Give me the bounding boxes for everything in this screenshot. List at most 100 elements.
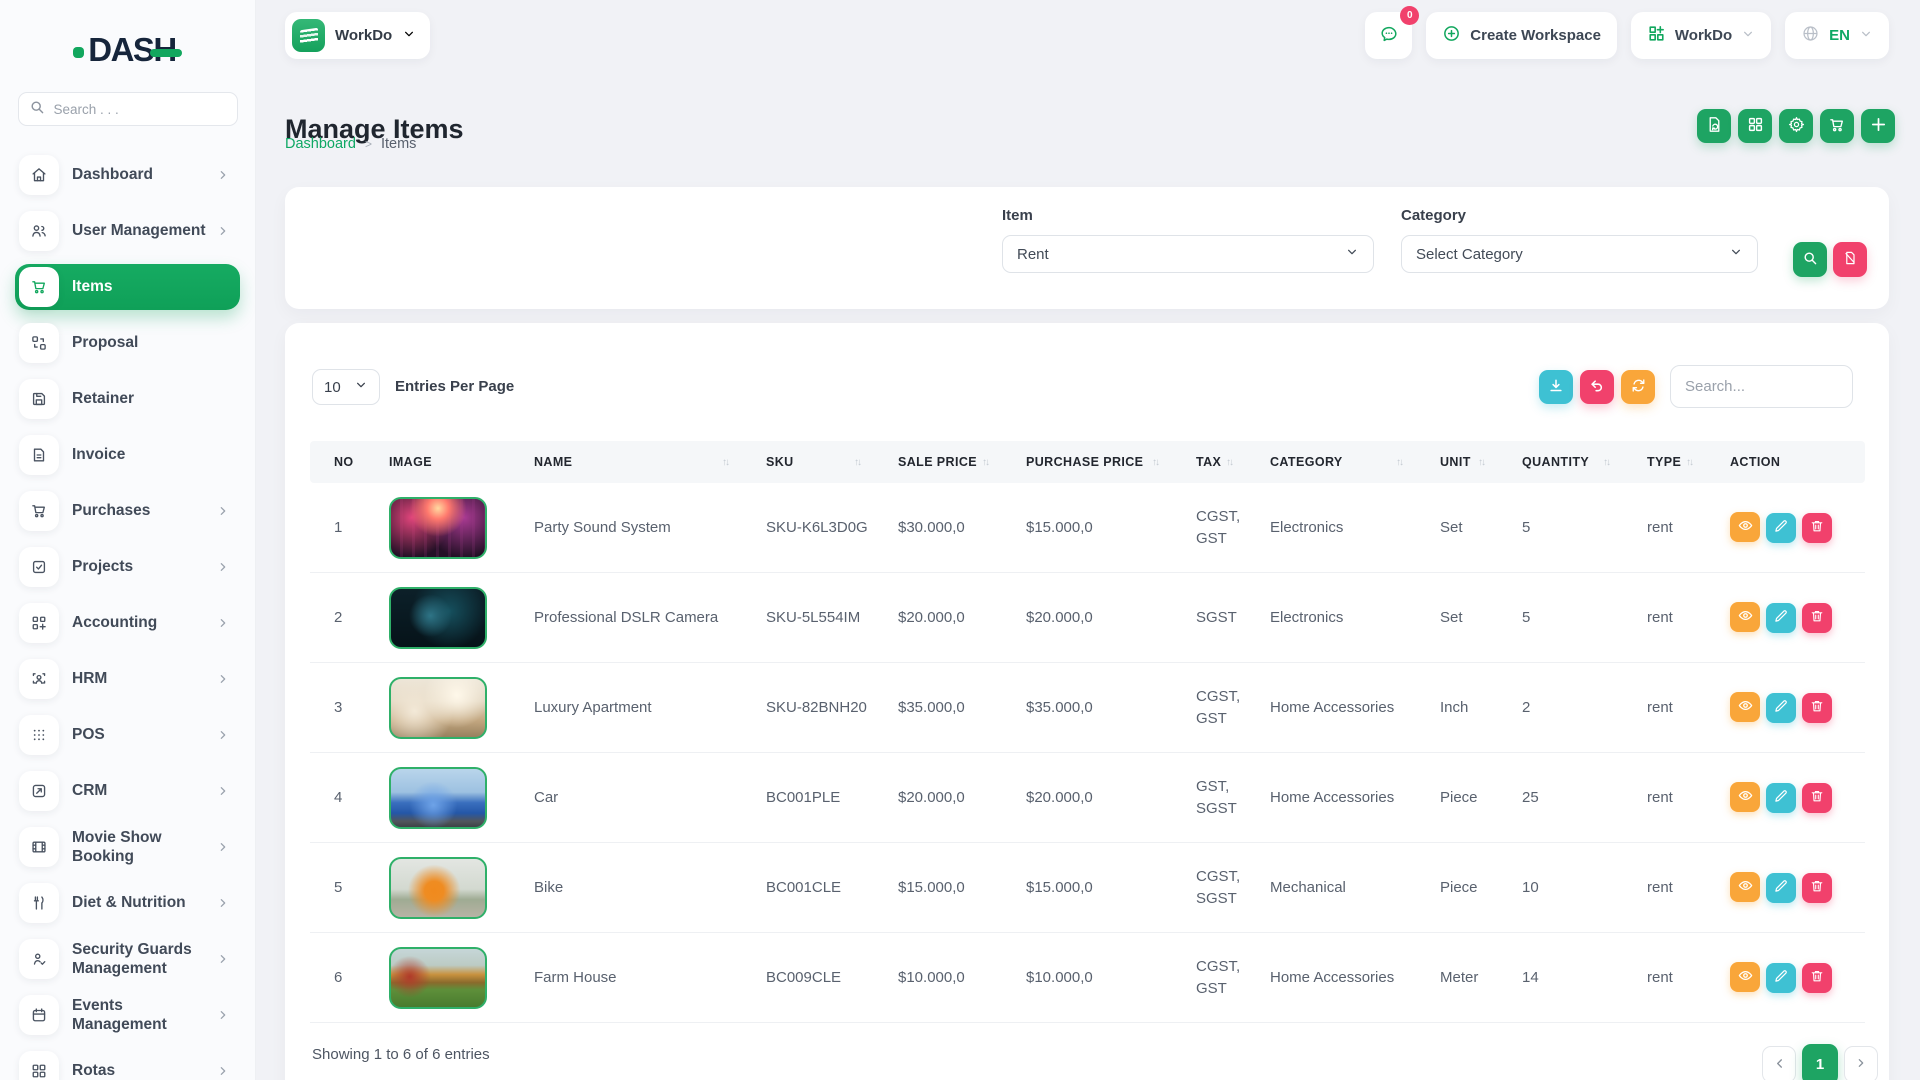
view-item-button[interactable]: [1730, 602, 1760, 632]
column-header-sale-price[interactable]: SALE PRICE↑↓: [874, 441, 1002, 483]
create-workspace-button[interactable]: Create Workspace: [1426, 12, 1617, 59]
eye-icon: [1737, 787, 1754, 807]
messages-button[interactable]: 0: [1365, 12, 1412, 59]
sidebar-item-events-management[interactable]: Events Management: [15, 992, 240, 1038]
column-header-unit[interactable]: UNIT↑↓: [1416, 441, 1498, 483]
eye-icon: [1737, 517, 1754, 537]
clear-filter-button[interactable]: [1833, 242, 1867, 277]
sidebar-item-movie-show-booking[interactable]: Movie Show Booking: [15, 824, 240, 870]
item-image-car[interactable]: [389, 767, 487, 829]
language-label: EN: [1829, 27, 1850, 44]
refresh-button[interactable]: [1621, 370, 1655, 404]
language-selector[interactable]: EN: [1785, 12, 1889, 59]
sidebar-item-accounting[interactable]: Accounting: [15, 600, 240, 646]
pagination-prev-button[interactable]: [1762, 1046, 1796, 1080]
item-image-farm-house[interactable]: [389, 947, 487, 1009]
sidebar-item-user-management[interactable]: User Management: [15, 208, 240, 254]
download-button[interactable]: [1539, 370, 1573, 404]
sidebar-search-input[interactable]: [52, 101, 212, 118]
users-icon: [19, 211, 59, 251]
cart-shortcut-button[interactable]: [1820, 109, 1854, 143]
table-row-farm-house: 6Farm HouseBC009CLE$10.000,0$10.000,0CGS…: [310, 933, 1865, 1023]
cell-sku: SKU-K6L3D0G: [742, 517, 874, 539]
workdo-menu-button[interactable]: WorkDo: [1631, 12, 1771, 59]
export-items-button[interactable]: [1697, 109, 1731, 143]
sidebar-item-security-guards-management[interactable]: Security Guards Management: [15, 936, 240, 982]
entries-per-page-label: Entries Per Page: [395, 378, 514, 395]
sidebar-item-invoice[interactable]: Invoice: [15, 432, 240, 478]
item-image-bike[interactable]: [389, 857, 487, 919]
pagination-next-button[interactable]: [1844, 1046, 1878, 1080]
sidebar-item-rotas[interactable]: Rotas: [15, 1048, 240, 1080]
column-header-quantity[interactable]: QUANTITY↑↓: [1498, 441, 1623, 483]
sidebar-item-purchases[interactable]: Purchases: [15, 488, 240, 534]
table-row-party-sound-system: 1Party Sound SystemSKU-K6L3D0G$30.000,0$…: [310, 483, 1865, 573]
item-filter-value: Rent: [1017, 246, 1049, 263]
delete-item-button[interactable]: [1802, 693, 1832, 723]
category-filter-value: Select Category: [1416, 246, 1523, 263]
logo-accent-dot: [73, 47, 84, 58]
settings-button[interactable]: [1779, 109, 1813, 143]
sidebar-item-items[interactable]: Items: [15, 264, 240, 310]
edit-item-button[interactable]: [1766, 693, 1796, 723]
view-item-button[interactable]: [1730, 782, 1760, 812]
workspace-selector[interactable]: WorkDo: [285, 12, 430, 59]
edit-item-button[interactable]: [1766, 783, 1796, 813]
entries-per-page-select[interactable]: 10: [312, 369, 380, 405]
view-item-button[interactable]: [1730, 692, 1760, 722]
sidebar-item-proposal[interactable]: Proposal: [15, 320, 240, 366]
delete-item-button[interactable]: [1802, 783, 1832, 813]
view-item-button[interactable]: [1730, 512, 1760, 542]
sidebar-item-dashboard[interactable]: Dashboard: [15, 152, 240, 198]
item-filter-select[interactable]: Rent: [1002, 235, 1374, 273]
cell-no: 5: [310, 877, 365, 899]
delete-item-button[interactable]: [1802, 513, 1832, 543]
column-header-category[interactable]: CATEGORY↑↓: [1246, 441, 1416, 483]
column-header-type[interactable]: TYPE↑↓: [1623, 441, 1706, 483]
breadcrumb-dashboard-link[interactable]: Dashboard: [285, 136, 356, 152]
category-filter-select[interactable]: Select Category: [1401, 235, 1758, 273]
delete-item-button[interactable]: [1802, 603, 1832, 633]
hrm-icon: [19, 659, 59, 699]
refresh-icon: [1630, 377, 1647, 397]
cell-type: rent: [1623, 697, 1706, 719]
pagination-page-1[interactable]: 1: [1802, 1044, 1838, 1080]
sidebar-item-hrm[interactable]: HRM: [15, 656, 240, 702]
cell-quantity: 5: [1498, 607, 1623, 629]
cell-sale-price: $15.000,0: [874, 877, 1002, 899]
chevron-right-icon: [216, 896, 230, 910]
cell-type: rent: [1623, 517, 1706, 539]
table-body: 1Party Sound SystemSKU-K6L3D0G$30.000,0$…: [310, 483, 1865, 1023]
column-header-sku[interactable]: SKU↑↓: [742, 441, 874, 483]
sidebar-item-diet-nutrition[interactable]: Diet & Nutrition: [15, 880, 240, 926]
delete-item-button[interactable]: [1802, 873, 1832, 903]
view-item-button[interactable]: [1730, 872, 1760, 902]
cell-category: Home Accessories: [1246, 967, 1416, 989]
edit-item-button[interactable]: [1766, 873, 1796, 903]
eye-icon: [1737, 877, 1754, 897]
edit-item-button[interactable]: [1766, 603, 1796, 633]
edit-item-button[interactable]: [1766, 513, 1796, 543]
undo-button[interactable]: [1580, 370, 1614, 404]
sidebar-item-label: POS: [72, 725, 216, 744]
view-item-button[interactable]: [1730, 962, 1760, 992]
item-image-dslr-camera[interactable]: [389, 587, 487, 649]
sidebar-item-crm[interactable]: CRM: [15, 768, 240, 814]
item-image-party-sound-system[interactable]: [389, 497, 487, 559]
chevron-right-icon: [216, 728, 230, 742]
brand-logo[interactable]: DASH: [0, 30, 255, 70]
table-search-input[interactable]: [1670, 365, 1853, 408]
sidebar-item-retainer[interactable]: Retainer: [15, 376, 240, 422]
retainer-icon: [19, 379, 59, 419]
item-image-luxury-apartment[interactable]: [389, 677, 487, 739]
column-header-tax[interactable]: TAX↑↓: [1172, 441, 1246, 483]
delete-item-button[interactable]: [1802, 963, 1832, 993]
sidebar-item-pos[interactable]: POS: [15, 712, 240, 758]
column-header-name[interactable]: NAME↑↓: [510, 441, 742, 483]
edit-item-button[interactable]: [1766, 963, 1796, 993]
grid-view-button[interactable]: [1738, 109, 1772, 143]
column-header-purchase-price[interactable]: PURCHASE PRICE↑↓: [1002, 441, 1172, 483]
sidebar-item-projects[interactable]: Projects: [15, 544, 240, 590]
apply-filter-button[interactable]: [1793, 242, 1827, 277]
add-item-button[interactable]: [1861, 109, 1895, 143]
